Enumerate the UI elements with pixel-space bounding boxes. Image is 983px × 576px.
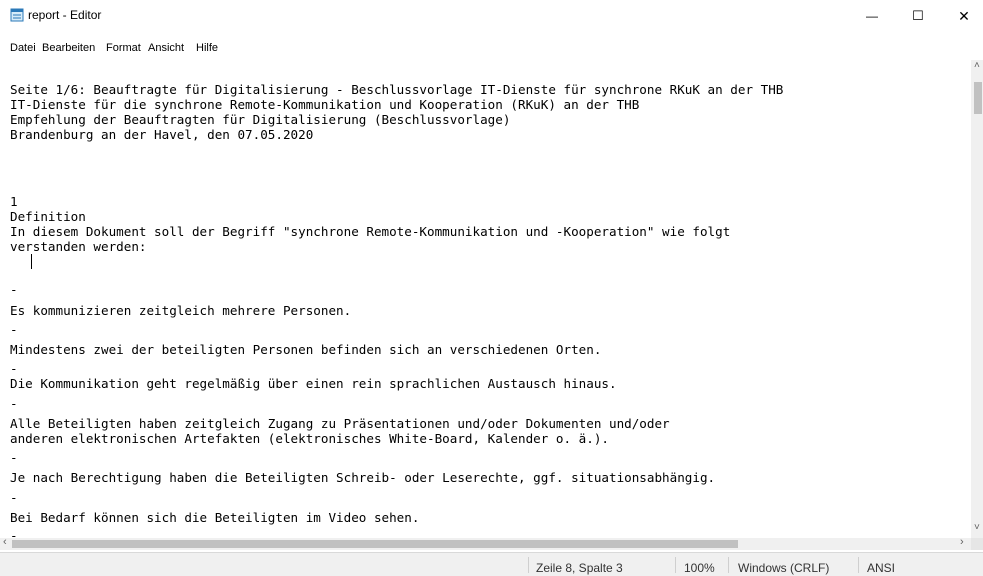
text-line: Seite 1/6: Beauftragte für Digitalisieru… xyxy=(10,82,784,97)
title-bar: report - Editor — ☐ ✕ xyxy=(0,0,983,32)
maximize-button[interactable]: ☐ xyxy=(895,0,941,32)
text-line: Es kommunizieren zeitgleich mehrere Pers… xyxy=(10,303,352,318)
text-line: - xyxy=(10,450,18,465)
line-ending: Windows (CRLF) xyxy=(738,561,830,575)
close-button[interactable]: ✕ xyxy=(941,0,983,32)
notepad-icon xyxy=(10,8,24,22)
text-line: verstanden werden: xyxy=(10,239,147,254)
menu-ansicht[interactable]: Ansicht xyxy=(148,42,184,54)
scrollbar-corner xyxy=(971,538,983,550)
scroll-left-arrow-icon[interactable]: ‹ xyxy=(3,536,7,548)
text-line: Mindestens zwei der beteiligten Personen… xyxy=(10,342,602,357)
encoding: ANSI xyxy=(867,561,896,575)
menu-hilfe[interactable]: Hilfe xyxy=(196,42,218,54)
text-line: - xyxy=(10,528,18,538)
zoom-level: 100% xyxy=(684,561,715,575)
cursor-position: Zeile 8, Spalte 3 xyxy=(536,561,623,575)
menu-format[interactable]: Format xyxy=(106,42,141,54)
status-bar: Zeile 8, Spalte 3 100% Windows (CRLF) AN… xyxy=(0,552,983,576)
text-line: - xyxy=(10,490,18,505)
status-separator xyxy=(675,557,676,573)
text-line: Empfehlung der Beauftragten für Digitali… xyxy=(10,112,511,127)
text-line: - xyxy=(10,361,18,376)
window-title: report - Editor xyxy=(28,8,102,22)
text-line: In diesem Dokument soll der Begriff "syn… xyxy=(10,224,731,239)
status-separator xyxy=(728,557,729,573)
text-line: anderen elektronischen Artefakten (elekt… xyxy=(10,431,609,446)
scroll-right-arrow-icon[interactable]: › xyxy=(960,536,964,548)
text-line: - xyxy=(10,282,18,297)
close-icon: ✕ xyxy=(958,7,970,24)
vertical-scrollbar[interactable]: ˄ ˅ xyxy=(971,60,983,538)
text-line: Definition xyxy=(10,209,86,224)
text-line: Bei Bedarf können sich die Beteiligten i… xyxy=(10,510,420,525)
text-line: Alle Beteiligten haben zeitgleich Zugang… xyxy=(10,416,670,431)
scroll-up-arrow-icon[interactable]: ˄ xyxy=(974,60,980,71)
minimize-button[interactable]: — xyxy=(849,0,895,32)
text-line: Brandenburg an der Havel, den 07.05.2020 xyxy=(10,127,314,142)
text-line: Die Kommunikation geht regelmäßig über e… xyxy=(10,376,617,391)
horizontal-scroll-thumb[interactable] xyxy=(12,540,738,548)
text-line: Je nach Berechtigung haben die Beteiligt… xyxy=(10,470,716,485)
text-line: - xyxy=(10,322,18,337)
menu-datei[interactable]: Datei xyxy=(10,42,36,54)
status-separator xyxy=(528,557,529,573)
menu-bar: Datei Bearbeiten Format Ansicht Hilfe xyxy=(0,32,983,56)
minimize-icon: — xyxy=(866,9,878,23)
status-separator xyxy=(858,557,859,573)
text-line: IT-Dienste für die synchrone Remote-Komm… xyxy=(10,97,640,112)
menu-bearbeiten[interactable]: Bearbeiten xyxy=(42,42,95,54)
vertical-scroll-thumb[interactable] xyxy=(974,82,982,114)
text-line: 1 xyxy=(10,194,18,209)
scroll-down-arrow-icon[interactable]: ˅ xyxy=(974,522,980,533)
text-line: - xyxy=(10,396,18,411)
text-caret xyxy=(31,254,32,269)
text-editor-area[interactable]: Seite 1/6: Beauftragte für Digitalisieru… xyxy=(0,60,971,538)
maximize-icon: ☐ xyxy=(912,8,924,23)
